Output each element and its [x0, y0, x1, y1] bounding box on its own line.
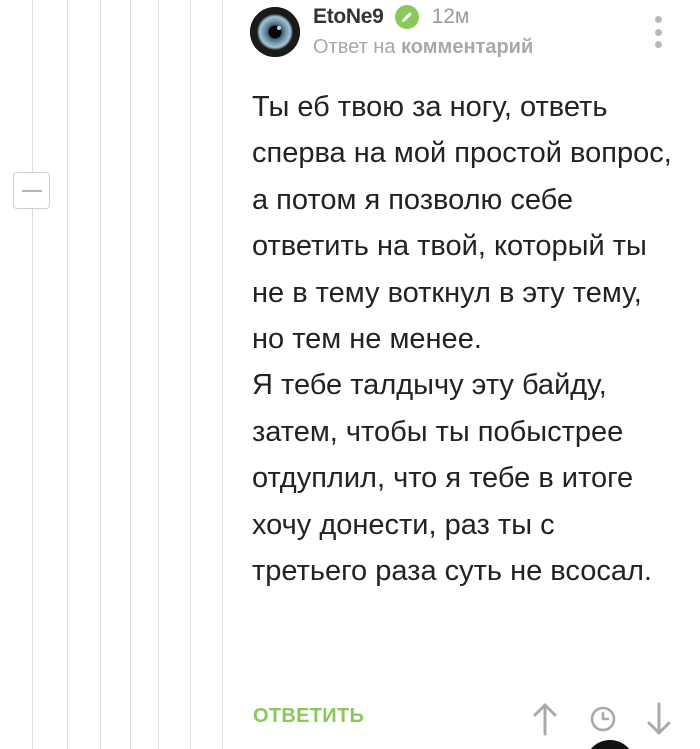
timestamp: 12м: [431, 5, 470, 28]
thread-line: [100, 0, 101, 749]
author-row: EtoNe9 12м: [313, 4, 469, 30]
comment-body: Ты еб твою за ногу, ответь сперва на мой…: [252, 84, 672, 594]
author-name[interactable]: EtoNe9: [313, 5, 384, 29]
verified-badge: [394, 5, 419, 29]
thread-line: [130, 0, 131, 749]
thread-line: [190, 0, 191, 749]
kebab-menu-icon[interactable]: [654, 16, 662, 48]
reply-prefix: Ответ на: [313, 36, 396, 58]
comment-paragraph: Ты еб твою за ногу, ответь сперва на мой…: [252, 91, 672, 356]
avatar[interactable]: [250, 7, 300, 57]
reply-button[interactable]: ОТВЕТИТЬ: [253, 705, 364, 728]
collapse-thread-button[interactable]: [13, 172, 50, 209]
avatar-eye-icon: [250, 7, 300, 57]
thread-line: [222, 0, 223, 749]
pencil-icon: [401, 12, 412, 22]
thread-line: [158, 0, 159, 749]
clock-icon[interactable]: [589, 705, 617, 738]
comment-actions: ОТВЕТИТЬ: [250, 700, 700, 740]
reply-target: комментарий: [401, 36, 534, 58]
arrow-down-icon[interactable]: [646, 702, 672, 741]
comment-paragraph: Я тебе талдычу эту байду, затем, чтобы т…: [252, 369, 652, 588]
arrow-up-icon[interactable]: [532, 702, 558, 741]
thread-line: [67, 0, 68, 749]
minus-icon: [21, 189, 42, 192]
comment-thread-view: EtoNe9 12м Ответ на комментарий Ты еб тв…: [0, 0, 700, 749]
next-avatar-edge: [585, 740, 635, 749]
reply-to-link[interactable]: Ответ на комментарий: [313, 36, 533, 59]
thread-line: [32, 0, 33, 749]
